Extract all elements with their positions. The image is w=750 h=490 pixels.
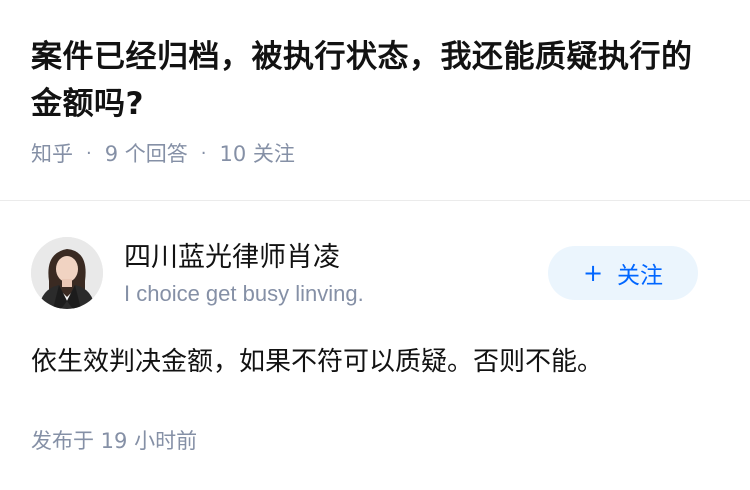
answers-count[interactable]: 9 个回答 — [105, 138, 188, 168]
author-name[interactable]: 四川蓝光律师肖凌 — [124, 235, 340, 274]
answer-card: 四川蓝光律师肖凌 I choice get busy linving. + 关注… — [0, 201, 750, 490]
question-title[interactable]: 案件已经归档，被执行状态，我还能质疑执行的金额吗? — [31, 34, 720, 128]
separator-dot: · — [86, 142, 92, 164]
answer-content[interactable]: 依生效判决金额，如果不符可以质疑。否则不能。 — [31, 341, 603, 378]
separator-dot: · — [200, 142, 207, 164]
question-meta: 知乎 · 9 个回答 · 10 关注 — [31, 138, 720, 168]
question-header: 案件已经归档，被执行状态，我还能质疑执行的金额吗? 知乎 · 9 个回答 · 1… — [0, 0, 750, 200]
follow-button[interactable]: + 关注 — [548, 246, 698, 300]
avatar-image — [31, 237, 103, 309]
plus-icon: + — [582, 259, 604, 287]
avatar[interactable] — [31, 237, 103, 309]
follow-label: 关注 — [617, 263, 664, 289]
publish-time: 发布于 19 小时前 — [31, 429, 198, 453]
source-label[interactable]: 知乎 — [31, 138, 73, 168]
followers-count: 10 关注 — [219, 142, 295, 166]
author-bio: I choice get busy linving. — [124, 281, 364, 306]
